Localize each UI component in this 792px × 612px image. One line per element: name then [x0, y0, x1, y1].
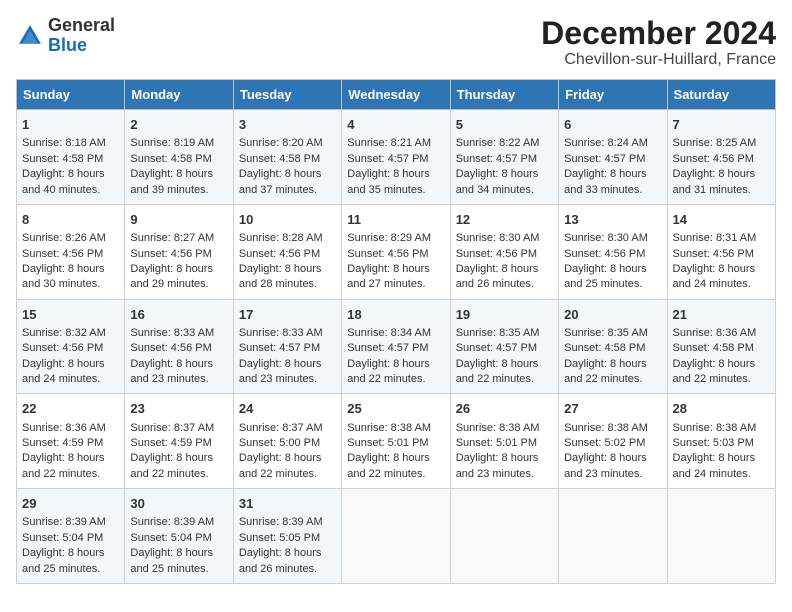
day-number: 11 — [347, 211, 444, 229]
day-number: 9 — [130, 211, 227, 229]
day-header: Thursday — [450, 80, 558, 110]
main-title: December 2024 — [541, 16, 776, 51]
calendar-cell: 22Sunrise: 8:36 AMSunset: 4:59 PMDayligh… — [17, 394, 125, 489]
calendar-cell: 18Sunrise: 8:34 AMSunset: 4:57 PMDayligh… — [342, 299, 450, 394]
calendar-week-row: 22Sunrise: 8:36 AMSunset: 4:59 PMDayligh… — [17, 394, 776, 489]
calendar-week-row: 8Sunrise: 8:26 AMSunset: 4:56 PMDaylight… — [17, 204, 776, 299]
day-number: 7 — [673, 116, 770, 134]
calendar-cell — [342, 489, 450, 584]
calendar-cell: 12Sunrise: 8:30 AMSunset: 4:56 PMDayligh… — [450, 204, 558, 299]
day-number: 15 — [22, 306, 119, 324]
day-header: Sunday — [17, 80, 125, 110]
calendar-cell: 13Sunrise: 8:30 AMSunset: 4:56 PMDayligh… — [559, 204, 667, 299]
logo-blue: Blue — [48, 35, 87, 55]
day-header: Wednesday — [342, 80, 450, 110]
day-header: Saturday — [667, 80, 775, 110]
day-number: 22 — [22, 400, 119, 418]
calendar-cell: 14Sunrise: 8:31 AMSunset: 4:56 PMDayligh… — [667, 204, 775, 299]
day-number: 23 — [130, 400, 227, 418]
logo-general: General — [48, 15, 115, 35]
calendar-cell: 4Sunrise: 8:21 AMSunset: 4:57 PMDaylight… — [342, 110, 450, 205]
day-number: 5 — [456, 116, 553, 134]
day-number: 12 — [456, 211, 553, 229]
calendar-cell: 10Sunrise: 8:28 AMSunset: 4:56 PMDayligh… — [233, 204, 341, 299]
calendar-cell — [667, 489, 775, 584]
day-number: 13 — [564, 211, 661, 229]
day-number: 2 — [130, 116, 227, 134]
calendar-cell: 2Sunrise: 8:19 AMSunset: 4:58 PMDaylight… — [125, 110, 233, 205]
calendar-cell: 16Sunrise: 8:33 AMSunset: 4:56 PMDayligh… — [125, 299, 233, 394]
calendar-cell: 6Sunrise: 8:24 AMSunset: 4:57 PMDaylight… — [559, 110, 667, 205]
day-number: 4 — [347, 116, 444, 134]
day-header: Monday — [125, 80, 233, 110]
day-number: 17 — [239, 306, 336, 324]
day-number: 10 — [239, 211, 336, 229]
calendar-cell: 27Sunrise: 8:38 AMSunset: 5:02 PMDayligh… — [559, 394, 667, 489]
calendar-cell: 3Sunrise: 8:20 AMSunset: 4:58 PMDaylight… — [233, 110, 341, 205]
calendar-cell: 8Sunrise: 8:26 AMSunset: 4:56 PMDaylight… — [17, 204, 125, 299]
calendar-cell: 19Sunrise: 8:35 AMSunset: 4:57 PMDayligh… — [450, 299, 558, 394]
calendar-cell — [559, 489, 667, 584]
day-header: Friday — [559, 80, 667, 110]
calendar-cell: 5Sunrise: 8:22 AMSunset: 4:57 PMDaylight… — [450, 110, 558, 205]
logo-text: General Blue — [48, 16, 115, 56]
day-number: 20 — [564, 306, 661, 324]
subtitle: Chevillon-sur-Huillard, France — [541, 51, 776, 69]
calendar-cell: 15Sunrise: 8:32 AMSunset: 4:56 PMDayligh… — [17, 299, 125, 394]
calendar-cell: 30Sunrise: 8:39 AMSunset: 5:04 PMDayligh… — [125, 489, 233, 584]
calendar-cell: 31Sunrise: 8:39 AMSunset: 5:05 PMDayligh… — [233, 489, 341, 584]
calendar-cell: 28Sunrise: 8:38 AMSunset: 5:03 PMDayligh… — [667, 394, 775, 489]
day-number: 26 — [456, 400, 553, 418]
calendar-cell: 21Sunrise: 8:36 AMSunset: 4:58 PMDayligh… — [667, 299, 775, 394]
page-header: General Blue December 2024 Chevillon-sur… — [16, 16, 776, 69]
day-number: 14 — [673, 211, 770, 229]
calendar-cell: 25Sunrise: 8:38 AMSunset: 5:01 PMDayligh… — [342, 394, 450, 489]
calendar-cell: 11Sunrise: 8:29 AMSunset: 4:56 PMDayligh… — [342, 204, 450, 299]
day-number: 18 — [347, 306, 444, 324]
calendar-cell: 26Sunrise: 8:38 AMSunset: 5:01 PMDayligh… — [450, 394, 558, 489]
day-number: 29 — [22, 495, 119, 513]
day-number: 3 — [239, 116, 336, 134]
calendar-cell: 24Sunrise: 8:37 AMSunset: 5:00 PMDayligh… — [233, 394, 341, 489]
calendar-cell: 1Sunrise: 8:18 AMSunset: 4:58 PMDaylight… — [17, 110, 125, 205]
day-number: 16 — [130, 306, 227, 324]
calendar-cell: 23Sunrise: 8:37 AMSunset: 4:59 PMDayligh… — [125, 394, 233, 489]
calendar-week-row: 15Sunrise: 8:32 AMSunset: 4:56 PMDayligh… — [17, 299, 776, 394]
calendar-cell: 7Sunrise: 8:25 AMSunset: 4:56 PMDaylight… — [667, 110, 775, 205]
day-number: 8 — [22, 211, 119, 229]
calendar-cell: 17Sunrise: 8:33 AMSunset: 4:57 PMDayligh… — [233, 299, 341, 394]
calendar-week-row: 29Sunrise: 8:39 AMSunset: 5:04 PMDayligh… — [17, 489, 776, 584]
day-number: 31 — [239, 495, 336, 513]
day-number: 21 — [673, 306, 770, 324]
calendar-cell: 20Sunrise: 8:35 AMSunset: 4:58 PMDayligh… — [559, 299, 667, 394]
calendar-table: SundayMondayTuesdayWednesdayThursdayFrid… — [16, 79, 776, 584]
logo: General Blue — [16, 16, 115, 56]
calendar-cell — [450, 489, 558, 584]
calendar-week-row: 1Sunrise: 8:18 AMSunset: 4:58 PMDaylight… — [17, 110, 776, 205]
calendar-cell: 29Sunrise: 8:39 AMSunset: 5:04 PMDayligh… — [17, 489, 125, 584]
day-number: 6 — [564, 116, 661, 134]
day-number: 25 — [347, 400, 444, 418]
calendar-cell: 9Sunrise: 8:27 AMSunset: 4:56 PMDaylight… — [125, 204, 233, 299]
day-number: 19 — [456, 306, 553, 324]
day-header: Tuesday — [233, 80, 341, 110]
day-number: 1 — [22, 116, 119, 134]
day-number: 30 — [130, 495, 227, 513]
day-number: 28 — [673, 400, 770, 418]
logo-icon — [16, 22, 44, 50]
title-block: December 2024 Chevillon-sur-Huillard, Fr… — [541, 16, 776, 69]
day-number: 27 — [564, 400, 661, 418]
day-number: 24 — [239, 400, 336, 418]
